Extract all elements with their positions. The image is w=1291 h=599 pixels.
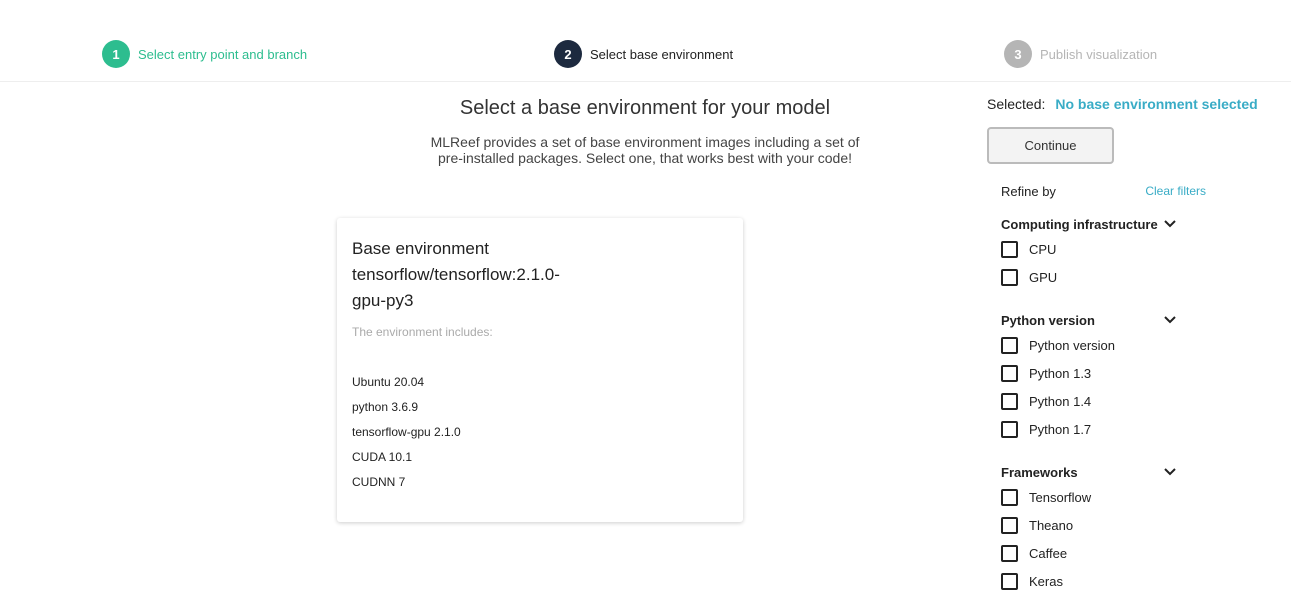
chevron-down-icon (1164, 316, 1176, 324)
filter-option[interactable]: Tensorflow (1001, 483, 1287, 511)
package-item: tensorflow-gpu 2.1.0 (352, 425, 461, 439)
step-number: 3 (1004, 40, 1032, 68)
step-number: 2 (554, 40, 582, 68)
selection-status: Selected: No base environment selected (987, 96, 1287, 112)
filter-option[interactable]: GPU (1001, 263, 1287, 291)
refine-header: Refine by Clear filters (1001, 184, 1206, 199)
filter-option-label: Keras (1029, 573, 1063, 589)
filter-option[interactable]: Keras (1001, 567, 1287, 595)
filter-group-header[interactable]: Python version (1001, 309, 1176, 331)
checkbox[interactable] (1001, 420, 1018, 438)
checkbox[interactable] (1001, 336, 1018, 354)
filter-option[interactable]: Python version (1001, 331, 1287, 359)
continue-button[interactable]: Continue (987, 127, 1114, 164)
filter-option-label: Tensorflow (1029, 489, 1092, 505)
filter-option[interactable]: Python 1.3 (1001, 359, 1287, 387)
clear-filters-link[interactable]: Clear filters (1145, 184, 1206, 199)
filter-option-label: Caffee (1029, 545, 1068, 561)
step-label: Select base environment (590, 46, 734, 62)
filter-groups: Computing infrastructure CPU GPU Python ver… (1001, 213, 1287, 595)
checkbox[interactable] (1001, 544, 1018, 562)
step-1[interactable]: 1 Select entry point and branch (102, 40, 307, 68)
filter-group-title: Frameworks (1001, 464, 1078, 480)
package-item: CUDNN 7 (352, 475, 406, 489)
package-item: CUDA 10.1 (352, 450, 413, 464)
refine-label: Refine by (1001, 184, 1056, 199)
step-label: Publish visualization (1040, 46, 1158, 62)
sidebar: Selected: No base environment selected Co… (987, 96, 1287, 595)
filter-option[interactable]: CPU (1001, 235, 1287, 263)
filter-option[interactable]: Theano (1001, 511, 1287, 539)
checkbox[interactable] (1001, 392, 1018, 410)
checkbox[interactable] (1001, 240, 1018, 258)
checkbox[interactable] (1001, 572, 1018, 590)
checkbox[interactable] (1001, 364, 1018, 382)
chevron-down-icon (1164, 220, 1176, 228)
filter-option-label: GPU (1029, 269, 1058, 285)
environment-card[interactable]: Base environment tensorflow/tensorflow:2… (337, 218, 743, 522)
filter-group-title: Python version (1001, 312, 1095, 328)
step-3: 3 Publish visualization (1004, 40, 1157, 68)
filter-group-header[interactable]: Computing infrastructure (1001, 213, 1176, 235)
filter-option[interactable]: Python 1.7 (1001, 415, 1287, 443)
step-number: 1 (102, 40, 130, 68)
filter-option-label: CPU (1029, 241, 1057, 257)
package-item: Ubuntu 20.04 (352, 375, 425, 389)
page-title: Select a base environment for your model (459, 97, 831, 119)
includes-label: The environment includes: (352, 325, 493, 339)
filter-option-label: Python 1.4 (1029, 393, 1092, 409)
page-description: MLReef provides a set of base environmen… (430, 134, 860, 166)
filter-option[interactable]: Python 1.4 (1001, 387, 1287, 415)
checkbox[interactable] (1001, 268, 1018, 286)
package-item: python 3.6.9 (352, 400, 419, 414)
checkbox[interactable] (1001, 516, 1018, 534)
filter-group-title: Computing infrastructure (1001, 216, 1158, 232)
filter-option-label: Python 1.7 (1029, 421, 1092, 437)
step-label: Select entry point and branch (138, 46, 308, 62)
environment-title: Base environment tensorflow/tensorflow:2… (352, 239, 560, 310)
filter-option-label: Python 1.3 (1029, 365, 1092, 381)
selected-label: Selected: (987, 96, 1046, 112)
filter-group-header[interactable]: Frameworks (1001, 461, 1176, 483)
filter-option-label: Python version (1029, 337, 1115, 353)
package-list: Ubuntu 20.04 python 3.6.9 tensorflow-gpu… (352, 375, 728, 500)
filter-option[interactable]: Caffee (1001, 539, 1287, 567)
selected-value: No base environment selected (1055, 96, 1258, 112)
chevron-down-icon (1164, 468, 1176, 476)
stepper: 1 Select entry point and branch 2 Select b… (0, 0, 1291, 82)
step-2[interactable]: 2 Select base environment (554, 40, 733, 68)
filter-option-label: Theano (1029, 517, 1074, 533)
checkbox[interactable] (1001, 488, 1018, 506)
